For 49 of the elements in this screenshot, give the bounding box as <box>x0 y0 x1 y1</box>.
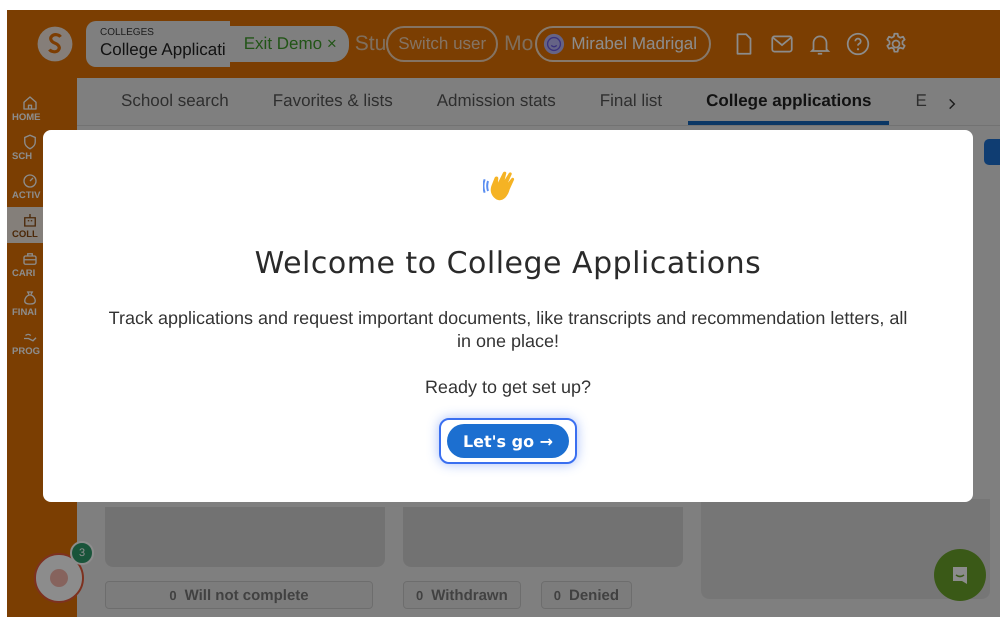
chip-count: 0 <box>169 588 177 602</box>
sidebar-label: FINAI <box>12 307 38 318</box>
sidebar-label: CARI <box>12 268 36 279</box>
switch-user-button[interactable]: Switch user <box>386 26 498 62</box>
dialog-prompt: Ready to get set up? <box>424 377 592 398</box>
tab[interactable]: Admission stats <box>436 91 556 125</box>
sidebar-item[interactable]: SCH <box>7 129 53 165</box>
exit-demo-button[interactable]: Exit Demo × <box>230 26 349 62</box>
tab[interactable]: School search <box>121 91 229 125</box>
lets-go-button[interactable]: Let's go → <box>446 424 570 458</box>
logo-icon[interactable] <box>36 25 74 63</box>
user-menu-button[interactable]: Mirabel Madrigal <box>535 26 712 62</box>
page-title: College Applicati <box>100 39 226 61</box>
header-text: Mo <box>504 32 534 56</box>
sidebar-label: SCH <box>12 151 34 162</box>
sidebar-label: ACTIV <box>12 190 42 201</box>
sidebar-item[interactable]: ACTIV <box>7 168 53 204</box>
tab[interactable]: College applications <box>688 91 890 125</box>
user-name: Mirabel Madrigal <box>571 34 698 54</box>
sidebar-item[interactable]: PROG <box>7 324 53 360</box>
status-chip[interactable]: 0 Withdrawn <box>403 581 521 609</box>
money-bag-icon <box>21 289 39 307</box>
tab[interactable]: Final list <box>600 91 662 125</box>
sidebar-label: HOME <box>12 112 42 123</box>
gauge-icon <box>21 172 39 190</box>
status-chip[interactable]: 0 Will not complete <box>105 581 373 609</box>
sidebar-label: PROG <box>12 346 41 357</box>
sidebar-item[interactable]: FINAI <box>7 285 53 321</box>
header-text: Stu <box>354 32 386 56</box>
shield-icon <box>21 133 39 151</box>
avatar-icon <box>543 33 566 55</box>
chip-label: Denied <box>569 586 620 604</box>
briefcase-icon <box>21 250 39 268</box>
chip-label: Will not complete <box>184 586 309 604</box>
dialog-text: Track applications and request important documents, like transcripts and recommendation letters, all in one place! <box>108 307 908 353</box>
action-button[interactable] <box>984 139 1000 165</box>
chip-label: Withdrawn <box>431 586 508 604</box>
chip-count: 0 <box>554 588 561 602</box>
home-icon <box>21 94 39 112</box>
chip-count: 0 <box>416 588 424 602</box>
sidebar-label: COLL <box>12 229 39 240</box>
tab[interactable]: Favorites & lists <box>272 91 393 125</box>
sidebar-item[interactable]: CARI <box>7 246 53 282</box>
help-icon[interactable] <box>845 31 872 57</box>
breadcrumb-section: COLLEGES <box>100 27 226 39</box>
tab[interactable]: E <box>915 91 927 125</box>
sidebar-item[interactable]: HOME <box>7 90 53 126</box>
status-chip[interactable]: 0 Denied <box>540 581 632 609</box>
dialog-title: Welcome to College Applications <box>254 246 762 281</box>
